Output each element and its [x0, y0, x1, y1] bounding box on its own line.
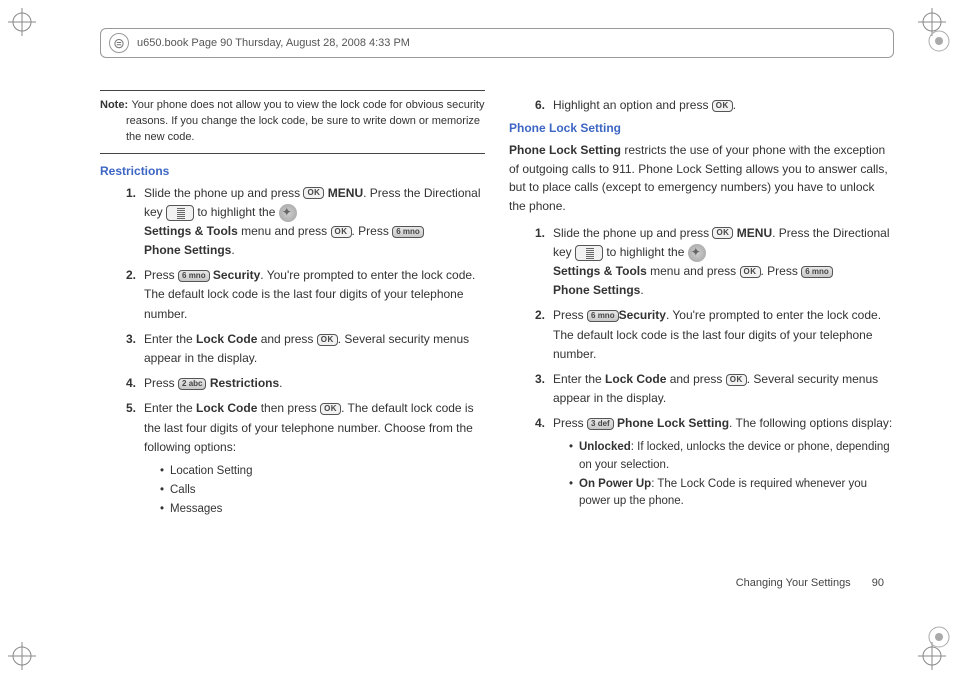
tools-icon: [688, 244, 706, 262]
key-6-icon: 6 mno: [587, 310, 619, 322]
note-text: Your phone does not allow you to view th…: [126, 99, 484, 143]
crop-mark-icon: [8, 8, 36, 39]
book-icon: ⊜: [109, 33, 129, 53]
list-item: Calls: [160, 482, 485, 499]
section-title-restrictions: Restrictions: [100, 164, 485, 178]
list-item: On Power Up: The Lock Code is required w…: [569, 476, 894, 511]
page-header: ⊜ u650.book Page 90 Thursday, August 28,…: [100, 28, 894, 58]
list-item: Messages: [160, 501, 485, 518]
key-6-icon: 6 mno: [392, 226, 424, 238]
bullet-list: Unlocked: If locked, unlocks the device …: [553, 439, 894, 510]
left-column: Note: Your phone does not allow you to v…: [100, 90, 485, 601]
step-item: 3. Enter the Lock Code and press OK. Sev…: [553, 370, 894, 408]
register-mark-icon: [926, 624, 952, 653]
page-number: 90: [872, 577, 884, 589]
step-item: 2. Press 6 mno Security. You're prompted…: [144, 266, 485, 324]
step-item: 3. Enter the Lock Code and press OK. Sev…: [144, 330, 485, 368]
steps-list: 1. Slide the phone up and press OK MENU.…: [509, 224, 894, 511]
step-item: 1. Slide the phone up and press OK MENU.…: [144, 184, 485, 261]
intro-paragraph: Phone Lock Setting restricts the use of …: [509, 141, 894, 215]
section-title-phone-lock: Phone Lock Setting: [509, 121, 894, 135]
note-block: Note: Your phone does not allow you to v…: [100, 90, 485, 154]
list-item: Unlocked: If locked, unlocks the device …: [569, 439, 894, 474]
dpad-key-icon: [575, 245, 603, 261]
ok-key-icon: OK: [317, 334, 338, 346]
ok-key-icon: OK: [303, 187, 324, 199]
steps-list: 6. Highlight an option and press OK.: [509, 96, 894, 115]
page-body: Note: Your phone does not allow you to v…: [100, 90, 894, 601]
step-item: 4. Press 3 def Phone Lock Setting. The f…: [553, 414, 894, 510]
key-6-icon: 6 mno: [801, 266, 833, 278]
steps-list: 1. Slide the phone up and press OK MENU.…: [100, 184, 485, 519]
right-column: 6. Highlight an option and press OK. Pho…: [509, 90, 894, 601]
step-item: 5. Enter the Lock Code then press OK. Th…: [144, 399, 485, 518]
header-text: u650.book Page 90 Thursday, August 28, 2…: [137, 37, 410, 49]
tools-icon: [279, 204, 297, 222]
ok-key-icon: OK: [740, 266, 761, 278]
list-item: Location Setting: [160, 463, 485, 480]
key-6-icon: 6 mno: [178, 270, 210, 282]
ok-key-icon: OK: [320, 403, 341, 415]
register-mark-icon: [926, 28, 952, 57]
key-2-icon: 2 abc: [178, 378, 206, 390]
step-item: 6. Highlight an option and press OK.: [553, 96, 894, 115]
crop-mark-icon: [8, 642, 36, 673]
step-item: 2. Press 6 mnoSecurity. You're prompted …: [553, 306, 894, 364]
ok-key-icon: OK: [712, 227, 733, 239]
key-3-icon: 3 def: [587, 418, 614, 430]
note-label: Note:: [100, 99, 128, 111]
bullet-list: Location Setting Calls Messages: [144, 463, 485, 519]
ok-key-icon: OK: [712, 100, 733, 112]
ok-key-icon: OK: [726, 374, 747, 386]
footer-label: Changing Your Settings: [736, 577, 851, 589]
step-item: 4. Press 2 abc Restrictions.: [144, 374, 485, 393]
dpad-key-icon: [166, 205, 194, 221]
page-footer: Changing Your Settings 90: [736, 577, 884, 589]
ok-key-icon: OK: [331, 226, 352, 238]
step-item: 1. Slide the phone up and press OK MENU.…: [553, 224, 894, 301]
